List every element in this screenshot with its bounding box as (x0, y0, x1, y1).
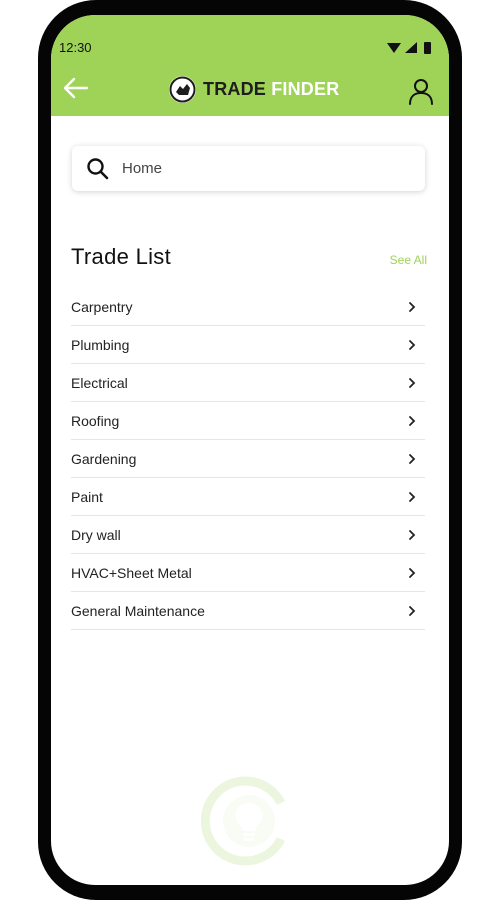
logo-word-trade: TRADE (203, 78, 266, 99)
chevron-right-icon (409, 302, 416, 312)
signal-icon (405, 42, 417, 53)
trade-item-general-maintenance[interactable]: General Maintenance (71, 593, 425, 630)
trade-item-paint[interactable]: Paint (71, 479, 425, 516)
trade-list: Carpentry Plumbing Electrical Roofing Ga… (71, 289, 425, 631)
lightbulb-watermark-icon (201, 776, 286, 866)
logo-wordmark: TRADE FINDER (203, 79, 339, 100)
trade-label: Gardening (71, 451, 137, 467)
status-icons (387, 42, 431, 54)
logo-emblem-icon (169, 75, 196, 103)
trade-label: Dry wall (71, 527, 121, 543)
back-arrow-icon[interactable] (61, 73, 91, 103)
trade-label: Plumbing (71, 337, 130, 353)
trade-label: Electrical (71, 375, 128, 391)
trade-label: HVAC+Sheet Metal (71, 565, 192, 581)
search-input[interactable] (120, 159, 404, 178)
chevron-right-icon (409, 454, 416, 464)
app-screen: 12:30 TRADE FINDER Home Trade List See A… (51, 15, 449, 885)
user-icon[interactable] (407, 77, 435, 105)
trade-item-plumbing[interactable]: Plumbing (71, 327, 425, 364)
app-logo: TRADE FINDER (169, 74, 339, 104)
trade-item-gardening[interactable]: Gardening (71, 441, 425, 478)
wifi-icon (387, 43, 401, 53)
trade-item-hvac[interactable]: HVAC+Sheet Metal (71, 555, 425, 592)
chevron-right-icon (409, 530, 416, 540)
chevron-right-icon (409, 606, 416, 616)
see-all-link[interactable]: See All (390, 253, 427, 267)
search-icon (87, 157, 109, 179)
trade-label: Roofing (71, 413, 120, 429)
trade-item-dry-wall[interactable]: Dry wall (71, 517, 425, 554)
status-time: 12:30 (59, 40, 92, 55)
chevron-right-icon (409, 340, 416, 350)
trade-label: Paint (71, 489, 103, 505)
trade-item-electrical[interactable]: Electrical (71, 365, 425, 402)
chevron-right-icon (409, 416, 416, 426)
logo-word-finder: FINDER (271, 78, 340, 99)
app-header: 12:30 TRADE FINDER (51, 15, 449, 116)
chevron-right-icon (409, 378, 416, 388)
trade-list-title: Trade List (71, 244, 172, 269)
chevron-right-icon (409, 492, 416, 502)
battery-icon (424, 42, 431, 54)
trade-item-carpentry[interactable]: Carpentry (71, 289, 425, 326)
trade-item-roofing[interactable]: Roofing (71, 403, 425, 440)
search-bar[interactable] (72, 146, 425, 191)
trade-label: Carpentry (71, 299, 133, 315)
chevron-right-icon (409, 568, 416, 578)
trade-label: General Maintenance (71, 603, 205, 619)
